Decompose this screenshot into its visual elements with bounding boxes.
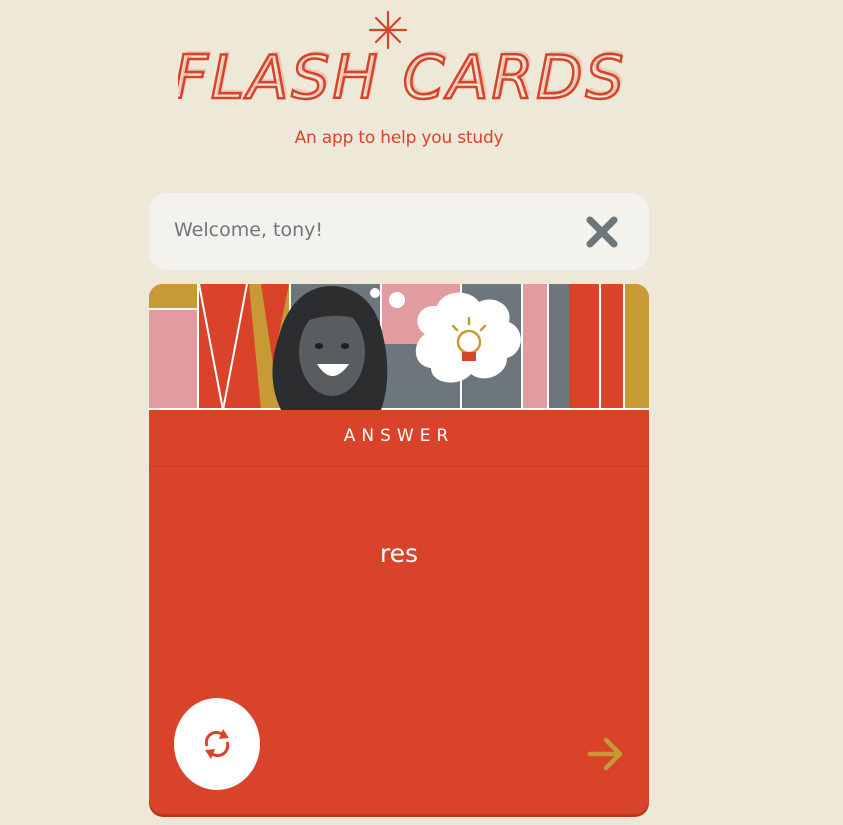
flash-card: ANSWER res xyxy=(149,284,649,814)
card-answer-text: res xyxy=(379,539,419,568)
welcome-banner: Welcome, tony! xyxy=(149,193,649,270)
flip-card-button[interactable] xyxy=(174,698,260,790)
logo: FLASH CARDS FLASH CARDS xyxy=(172,8,627,114)
welcome-message: Welcome, tony! xyxy=(174,219,323,241)
next-card-button[interactable] xyxy=(586,734,626,774)
svg-text:FLASH CARDS: FLASH CARDS xyxy=(178,40,623,110)
card-side-label: ANSWER xyxy=(343,426,455,446)
close-icon xyxy=(586,216,618,248)
card-divider xyxy=(149,466,649,467)
app-subtitle: An app to help you study xyxy=(294,128,504,148)
logo-image: FLASH CARDS FLASH CARDS xyxy=(172,10,627,114)
card-illustration xyxy=(149,284,649,410)
arrow-right-icon xyxy=(587,737,623,771)
page: FLASH CARDS FLASH CARDS An app to help y… xyxy=(0,0,843,825)
close-button[interactable] xyxy=(581,211,623,253)
refresh-icon xyxy=(204,729,230,759)
